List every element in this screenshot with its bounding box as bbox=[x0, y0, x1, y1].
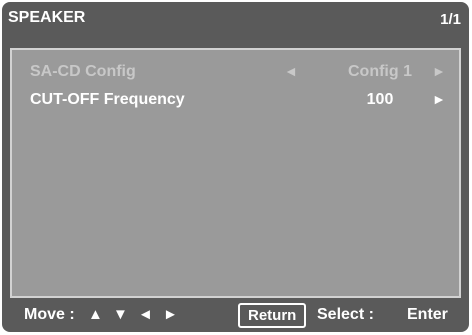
setting-value: Config 1 bbox=[348, 63, 412, 80]
right-arrow-icon[interactable]: ► bbox=[432, 63, 446, 79]
return-button[interactable]: Return bbox=[238, 303, 307, 328]
select-label: Select : bbox=[317, 306, 374, 323]
setting-value: 100 bbox=[366, 91, 394, 108]
page-counter: 1/1 bbox=[440, 11, 461, 28]
osd-window: SPEAKER 1/1 SA-CD Config ◄ Config 1 ► CU… bbox=[2, 2, 469, 332]
title-bar: SPEAKER 1/1 bbox=[2, 2, 469, 38]
setting-label: CUT-OFF Frequency bbox=[30, 91, 185, 108]
direction-arrows-icon: ▲ ▼ ◄ ► bbox=[88, 306, 181, 323]
footer-help-bar: Move : ▲ ▼ ◄ ► Return Select : Enter bbox=[2, 300, 469, 330]
page-title: SPEAKER bbox=[8, 9, 86, 26]
setting-row-cutoff-frequency[interactable]: CUT-OFF Frequency 100 ► bbox=[12, 91, 459, 113]
settings-panel: SA-CD Config ◄ Config 1 ► CUT-OFF Freque… bbox=[10, 48, 461, 298]
right-arrow-icon[interactable]: ► bbox=[432, 91, 446, 107]
setting-row-sacd-config[interactable]: SA-CD Config ◄ Config 1 ► bbox=[12, 63, 459, 85]
enter-label: Enter bbox=[407, 306, 448, 323]
move-label: Move : bbox=[24, 306, 75, 323]
left-arrow-icon[interactable]: ◄ bbox=[284, 63, 298, 79]
setting-label: SA-CD Config bbox=[30, 63, 136, 80]
